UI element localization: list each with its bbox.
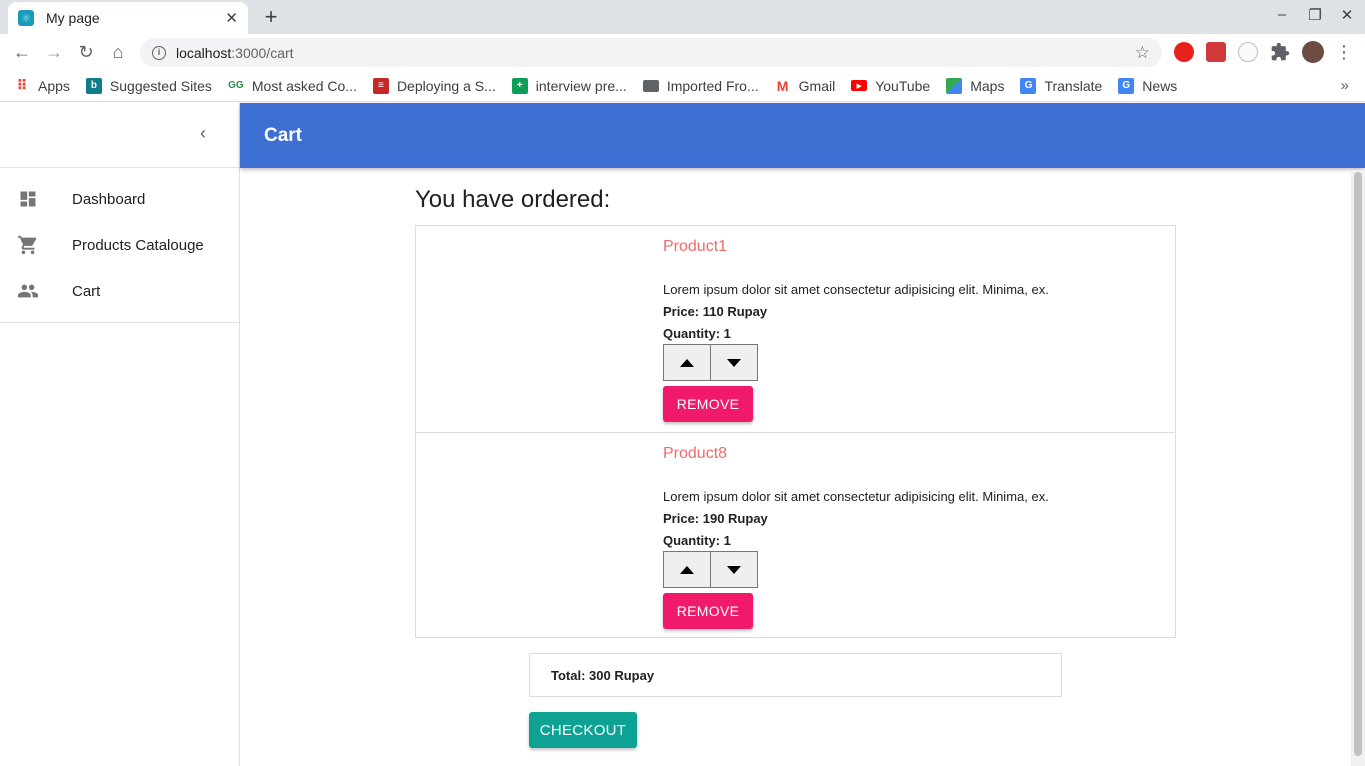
bookmark-apps[interactable]: ⠿ Apps bbox=[14, 77, 70, 94]
bookmark-most-asked[interactable]: GG Most asked Co... bbox=[228, 78, 357, 94]
cart-icon bbox=[16, 233, 40, 257]
checkout-button[interactable]: CHECKOUT bbox=[529, 712, 637, 748]
remove-button[interactable]: REMOVE bbox=[663, 386, 753, 422]
bookmark-gmail[interactable]: M Gmail bbox=[775, 77, 835, 94]
triangle-up-icon bbox=[680, 565, 694, 574]
sidebar-item-dashboard[interactable]: Dashboard bbox=[0, 176, 239, 222]
forward-icon[interactable]: → bbox=[42, 40, 66, 64]
remove-button[interactable]: REMOVE bbox=[663, 593, 753, 629]
cart-heading: You have ordered: bbox=[415, 186, 611, 213]
triangle-down-icon bbox=[727, 358, 741, 367]
puzzle-icon[interactable] bbox=[1270, 42, 1290, 62]
product-name: Product8 bbox=[663, 445, 728, 462]
triangle-up-icon bbox=[680, 358, 694, 367]
news-icon: G bbox=[1118, 77, 1135, 94]
reload-icon[interactable]: ↻ bbox=[74, 40, 98, 64]
apps-grid-icon: ⠿ bbox=[16, 77, 28, 93]
tab-title: My page bbox=[46, 10, 100, 26]
adblock-extension-icon[interactable] bbox=[1174, 42, 1194, 62]
quantity-stepper bbox=[663, 551, 758, 588]
bookmark-news[interactable]: G News bbox=[1118, 77, 1177, 94]
bookmark-star-icon[interactable]: ☆ bbox=[1135, 43, 1150, 63]
product-name: Product1 bbox=[663, 238, 728, 255]
cart-total: Total: 300 Rupay bbox=[529, 653, 1062, 697]
react-icon: ⚛ bbox=[18, 10, 34, 26]
cart-item: Product8 Lorem ipsum dolor sit amet cons… bbox=[416, 432, 1175, 638]
quantity-stepper bbox=[663, 344, 758, 381]
youtube-icon: ▶ bbox=[851, 80, 868, 91]
browser-tab[interactable]: ⚛ My page ✕ bbox=[8, 2, 248, 34]
product-price: Price: 110 Rupay bbox=[663, 304, 768, 319]
more-menu-icon[interactable]: ⋮ bbox=[1332, 40, 1356, 64]
sidebar-item-cart[interactable]: Cart bbox=[0, 268, 239, 314]
drawer-header: ‹ bbox=[0, 103, 239, 168]
product-quantity: Quantity: 1 bbox=[663, 533, 731, 548]
side-drawer: ‹ Dashboard Products Catalouge Cart bbox=[0, 103, 240, 766]
url-path: :3000/cart bbox=[231, 44, 294, 61]
bookmark-suggested-sites[interactable]: b Suggested Sites bbox=[85, 77, 212, 94]
bookmark-deploying[interactable]: ≡ Deploying a S... bbox=[372, 77, 496, 94]
timer-extension-icon[interactable] bbox=[1238, 42, 1258, 62]
people-icon bbox=[16, 279, 40, 303]
bookmark-youtube[interactable]: ▶ YouTube bbox=[851, 78, 930, 94]
product-price: Price: 190 Rupay bbox=[663, 511, 768, 526]
site-info-icon[interactable]: i bbox=[152, 45, 166, 60]
minimize-icon[interactable]: – bbox=[1272, 6, 1292, 23]
cart-list: Product1 Lorem ipsum dolor sit amet cons… bbox=[415, 225, 1176, 638]
app-bar: Cart bbox=[240, 103, 1365, 168]
close-tab-icon[interactable]: ✕ bbox=[225, 9, 238, 27]
home-icon[interactable]: ⌂ bbox=[106, 40, 130, 64]
folder-icon bbox=[642, 79, 659, 92]
product-description: Lorem ipsum dolor sit amet consectetur a… bbox=[663, 282, 1049, 297]
url-host: localhost bbox=[176, 44, 232, 61]
cart-item: Product1 Lorem ipsum dolor sit amet cons… bbox=[416, 226, 1175, 432]
gfg-icon: GG bbox=[228, 80, 244, 91]
browser-tab-strip: ⚛ My page ✕ + – ❐ ✕ bbox=[0, 0, 1365, 34]
product-description: Lorem ipsum dolor sit amet consectetur a… bbox=[663, 489, 1049, 504]
address-bar[interactable]: i localhost :3000/cart ☆ bbox=[140, 38, 1162, 67]
translate-icon: G bbox=[1020, 77, 1037, 94]
triangle-down-icon bbox=[727, 565, 741, 574]
gmail-icon: M bbox=[776, 77, 789, 94]
scrollbar-thumb[interactable] bbox=[1354, 172, 1362, 756]
bookmarks-overflow-icon[interactable]: » bbox=[1341, 77, 1349, 94]
increase-quantity-button[interactable] bbox=[663, 551, 711, 588]
bookmark-interview[interactable]: + interview pre... bbox=[511, 77, 627, 94]
restore-icon[interactable]: ❐ bbox=[1305, 6, 1325, 24]
page-title: Cart bbox=[264, 124, 303, 146]
close-window-icon[interactable]: ✕ bbox=[1337, 6, 1357, 24]
article-icon: ≡ bbox=[372, 77, 389, 94]
bookmark-translate[interactable]: G Translate bbox=[1020, 77, 1102, 94]
extension-icon[interactable] bbox=[1206, 42, 1226, 62]
chevron-left-icon[interactable]: ‹ bbox=[200, 123, 206, 144]
bookmark-maps[interactable]: Maps bbox=[946, 77, 1004, 94]
browser-toolbar: ← → ↻ ⌂ i localhost :3000/cart ☆ ⋮ bbox=[0, 34, 1365, 70]
product-quantity: Quantity: 1 bbox=[663, 326, 731, 341]
page-scrollbar[interactable] bbox=[1351, 170, 1365, 766]
increase-quantity-button[interactable] bbox=[663, 344, 711, 381]
maps-icon bbox=[946, 77, 963, 94]
decrease-quantity-button[interactable] bbox=[710, 344, 758, 381]
bookmarks-bar: ⠿ Apps b Suggested Sites GG Most asked C… bbox=[0, 70, 1365, 102]
drawer-menu: Dashboard Products Catalouge Cart bbox=[0, 168, 239, 323]
sidebar-item-products-catalouge[interactable]: Products Catalouge bbox=[0, 222, 239, 268]
back-icon[interactable]: ← bbox=[10, 40, 34, 64]
dashboard-icon bbox=[16, 187, 40, 211]
bing-icon: b bbox=[85, 77, 102, 94]
avatar[interactable] bbox=[1302, 41, 1324, 63]
new-tab-icon[interactable]: + bbox=[258, 4, 284, 30]
bookmark-imported[interactable]: Imported Fro... bbox=[642, 78, 759, 94]
sheets-icon: + bbox=[511, 77, 528, 94]
decrease-quantity-button[interactable] bbox=[710, 551, 758, 588]
